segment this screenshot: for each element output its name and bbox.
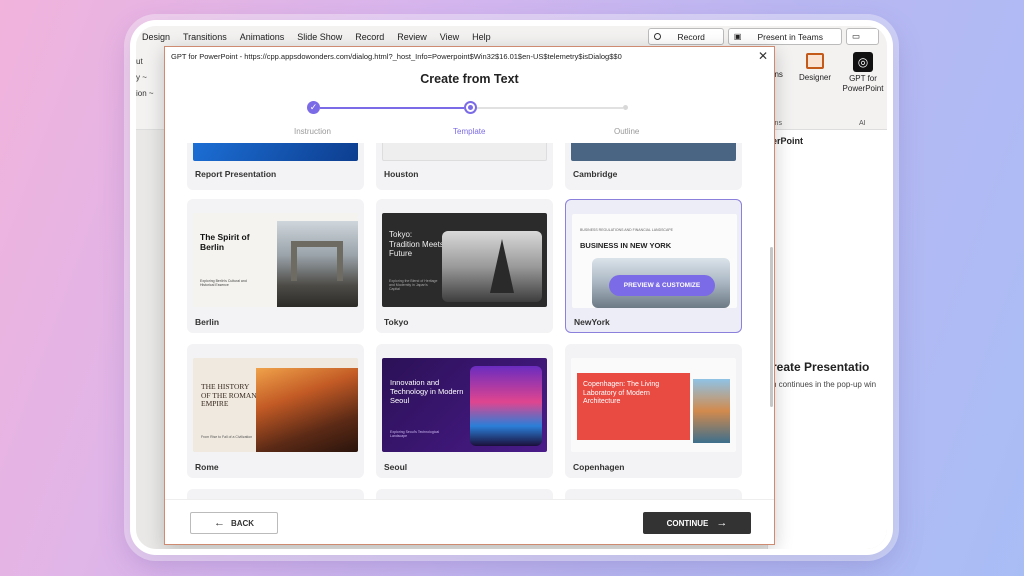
template-thumbnail: THE HISTORY OF THE ROMAN EMPIRE From Ris… (193, 358, 358, 452)
addin-side-pane: erPoint reate Presentatio n continues in… (767, 130, 887, 549)
dialog-title-bar: GPT for PowerPoint - https://cpp.appsdow… (171, 52, 622, 61)
comment-icon: ▭ (851, 31, 860, 41)
tablet-frame: Design Transitions Animations Slide Show… (130, 20, 893, 555)
template-card-berlin[interactable]: The Spirit of Berlin Exploring Berlin's … (187, 199, 364, 333)
powerpoint-window: Design Transitions Animations Slide Show… (136, 26, 887, 549)
menu-review[interactable]: Review (397, 32, 427, 42)
template-card-houston[interactable]: Houston (376, 143, 553, 190)
menu-bar: Design Transitions Animations Slide Show… (136, 26, 887, 48)
teams-icon: ▣ (733, 32, 742, 41)
menu-view[interactable]: View (440, 32, 459, 42)
menu-help[interactable]: Help (472, 32, 491, 42)
gpt-for-powerpoint-button[interactable]: ◎ GPT for PowerPoint (840, 50, 886, 94)
step-instruction[interactable]: Instruction (294, 127, 331, 136)
template-thumbnail: BUSINESS REGULATIONS AND FINANCIAL LANDS… (572, 214, 737, 308)
menu-record[interactable]: Record (355, 32, 384, 42)
comments-button[interactable]: ▭ (845, 28, 879, 45)
scrollbar[interactable] (770, 247, 773, 407)
back-button[interactable]: ← BACK (190, 512, 278, 534)
dialog-heading: Create from Text (420, 72, 519, 86)
template-thumbnail (382, 143, 547, 161)
progress-stepper: ✓ Instruction Template Outline (294, 101, 639, 137)
template-thumbnail: Tokyo: Tradition Meets Future Exploring … (382, 213, 547, 307)
record-button[interactable]: Record (648, 28, 724, 45)
designer-icon (806, 53, 824, 69)
arrow-left-icon: ← (213, 517, 225, 529)
step-line-done (320, 107, 464, 109)
tokyo-photo (442, 231, 542, 302)
template-card-cambridge[interactable]: Cambridge (565, 143, 742, 190)
step-line-todo (477, 107, 623, 109)
dialog-footer: ← BACK CONTINUE → (165, 499, 774, 544)
gpt-logo-icon: ◎ (853, 52, 873, 72)
menu-slide-show[interactable]: Slide Show (297, 32, 342, 42)
rome-photo (256, 368, 358, 452)
ai-group-label: AI (859, 120, 866, 127)
template-card-seoul[interactable]: Innovation and Technology in Modern Seou… (376, 344, 553, 478)
step-template[interactable]: Template (453, 127, 485, 136)
template-card-report[interactable]: Report Presentation (187, 143, 364, 190)
template-thumbnail: The Spirit of Berlin Exploring Berlin's … (193, 213, 358, 307)
menu-design[interactable]: Design (142, 32, 170, 42)
template-card-rome[interactable]: THE HISTORY OF THE ROMAN EMPIRE From Ris… (187, 344, 364, 478)
template-thumbnail (571, 143, 736, 161)
template-thumbnail (193, 143, 358, 161)
step-outline[interactable]: Outline (614, 127, 639, 136)
template-card-copenhagen[interactable]: Copenhagen: The Living Laboratory of Mod… (565, 344, 742, 478)
berlin-photo (277, 221, 358, 307)
check-icon[interactable]: ✓ (307, 101, 320, 114)
template-thumbnail: Innovation and Technology in Modern Seou… (382, 358, 547, 452)
menu-animations[interactable]: Animations (240, 32, 285, 42)
continue-button[interactable]: CONTINUE → (643, 512, 751, 534)
template-card-tokyo[interactable]: Tokyo: Tradition Meets Future Exploring … (376, 199, 553, 333)
arrow-right-icon: → (716, 517, 728, 529)
seoul-photo (470, 366, 542, 446)
menu-transitions[interactable]: Transitions (183, 32, 227, 42)
copenhagen-photo (693, 379, 730, 443)
present-in-teams-button[interactable]: ▣ Present in Teams (727, 28, 842, 45)
close-icon[interactable]: ✕ (758, 49, 768, 63)
preview-customize-button[interactable]: PREVIEW & CUSTOMIZE (609, 275, 715, 296)
step-current-dot[interactable] (464, 101, 477, 114)
step-next-dot[interactable] (623, 105, 628, 110)
copenhagen-red-panel: Copenhagen: The Living Laboratory of Mod… (577, 373, 690, 440)
template-thumbnail: Copenhagen: The Living Laboratory of Mod… (571, 358, 736, 452)
designer-button[interactable]: Designer (796, 50, 834, 82)
record-icon (654, 33, 662, 40)
ribbon-left-controls: ut y ~ ion ~ (136, 57, 154, 98)
create-from-text-dialog: GPT for PowerPoint - https://cpp.appsdow… (164, 46, 775, 545)
template-card-newyork[interactable]: BUSINESS REGULATIONS AND FINANCIAL LANDS… (565, 199, 742, 333)
template-grid: Report Presentation Houston Cambridge Th… (165, 143, 774, 521)
